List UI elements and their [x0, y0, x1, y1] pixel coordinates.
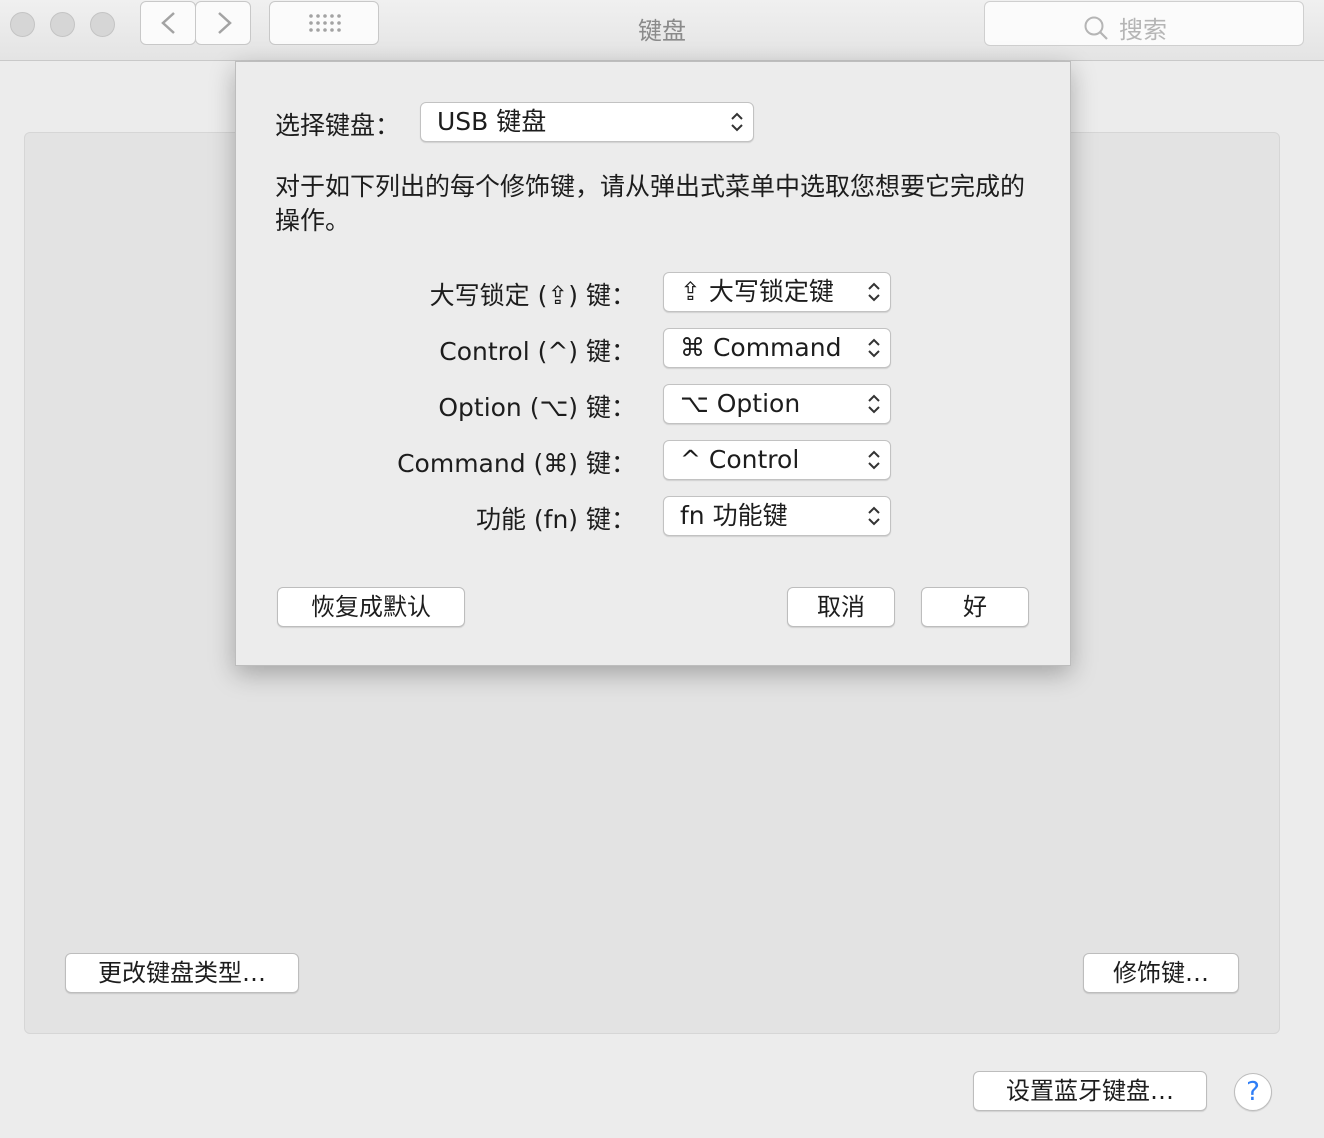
control-key-select[interactable]: ⌘ Command: [663, 328, 891, 368]
command-key-select[interactable]: ^ Control: [663, 440, 891, 480]
updown-arrows-icon: [868, 506, 880, 526]
option-key-value: ⌥ Option: [680, 389, 801, 418]
help-button[interactable]: ?: [1234, 1073, 1272, 1111]
keyboard-select-value: USB 键盘: [437, 107, 547, 136]
updown-arrows-icon: [868, 450, 880, 470]
updown-arrows-icon: [731, 112, 743, 132]
modifier-keys-sheet: 选择键盘： USB 键盘 对于如下列出的每个修饰键，请从弹出式菜单中选取您想要它…: [235, 61, 1071, 666]
caps-lock-key-label: 大写锁定 (⇪) 键：: [429, 281, 636, 310]
caps-lock-key-select[interactable]: ⇪ 大写锁定键: [663, 272, 891, 312]
command-key-value: ^ Control: [680, 445, 800, 474]
title-bar: 键盘 搜索: [0, 0, 1324, 61]
search-icon: [1084, 16, 1108, 40]
keyboard-select[interactable]: USB 键盘: [420, 102, 754, 142]
search-placeholder: 搜索: [1119, 16, 1167, 44]
updown-arrows-icon: [868, 338, 880, 358]
change-keyboard-type-button[interactable]: 更改键盘类型…: [65, 953, 299, 993]
select-keyboard-label: 选择键盘：: [275, 111, 401, 140]
search-field[interactable]: 搜索: [984, 1, 1304, 46]
control-key-value: ⌘ Command: [680, 333, 842, 362]
setup-bluetooth-keyboard-button[interactable]: 设置蓝牙键盘…: [973, 1071, 1207, 1111]
ok-button[interactable]: 好: [921, 587, 1029, 627]
option-key-label: Option (⌥) 键：: [438, 393, 636, 422]
command-key-label: Command (⌘) 键：: [397, 449, 636, 478]
sheet-description: 对于如下列出的每个修饰键，请从弹出式菜单中选取您想要它完成的操作。: [275, 172, 1026, 235]
fn-key-select[interactable]: fn 功能键: [663, 496, 891, 536]
modifier-keys-button[interactable]: 修饰键…: [1083, 953, 1239, 993]
cancel-button[interactable]: 取消: [787, 587, 895, 627]
updown-arrows-icon: [868, 394, 880, 414]
fn-key-value: fn 功能键: [680, 501, 788, 530]
fn-key-label: 功能 (fn) 键：: [475, 505, 636, 534]
restore-defaults-button[interactable]: 恢复成默认: [277, 587, 465, 627]
option-key-select[interactable]: ⌥ Option: [663, 384, 891, 424]
updown-arrows-icon: [868, 282, 880, 302]
caps-lock-key-value: ⇪ 大写锁定键: [680, 277, 834, 306]
control-key-label: Control (^) 键：: [439, 337, 636, 366]
